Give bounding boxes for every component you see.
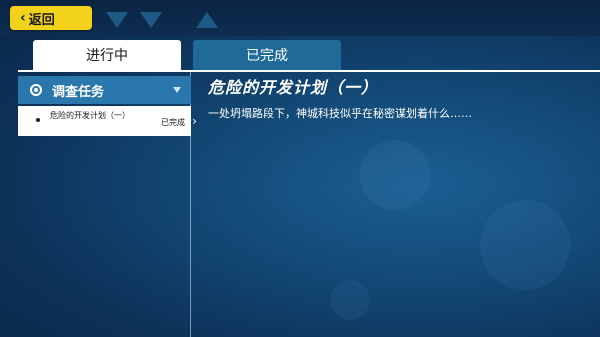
decor-triangle-down — [106, 12, 128, 28]
background-bokeh — [330, 280, 370, 320]
bullet-icon — [36, 118, 40, 122]
mission-name: 危险的开发计划（一） — [50, 111, 130, 120]
tab-label: 进行中 — [86, 48, 128, 64]
mission-sidebar: 调查任务 危险的开发计划（一） 已完成 — [18, 72, 191, 337]
back-button-label: 返回 — [28, 12, 55, 28]
chevron-right-icon: › — [192, 114, 197, 128]
back-button[interactable]: ‹ 返回 — [10, 6, 92, 30]
mission-item[interactable]: 危险的开发计划（一） 已完成 — [18, 106, 191, 136]
caret-down-icon — [173, 87, 181, 93]
chevron-left-icon: ‹ — [20, 10, 26, 26]
category-header-investigation[interactable]: 调查任务 — [18, 76, 191, 104]
background-bokeh — [360, 140, 430, 210]
target-icon — [30, 84, 42, 96]
tab-completed[interactable]: 已完成 — [193, 40, 341, 70]
tab-in-progress[interactable]: 进行中 — [33, 40, 181, 70]
tab-label: 已完成 — [246, 48, 288, 64]
decor-triangle-up — [196, 12, 218, 28]
mission-description: 一处坍塌路段下，神城科技似乎在秘密谋划着什么…… — [208, 107, 472, 120]
decor-triangle-down — [140, 12, 162, 28]
category-label: 调查任务 — [52, 84, 105, 100]
mission-title: 危险的开发计划（一） — [208, 78, 379, 97]
background-bokeh — [480, 200, 570, 290]
mission-status: 已完成 — [161, 118, 185, 127]
